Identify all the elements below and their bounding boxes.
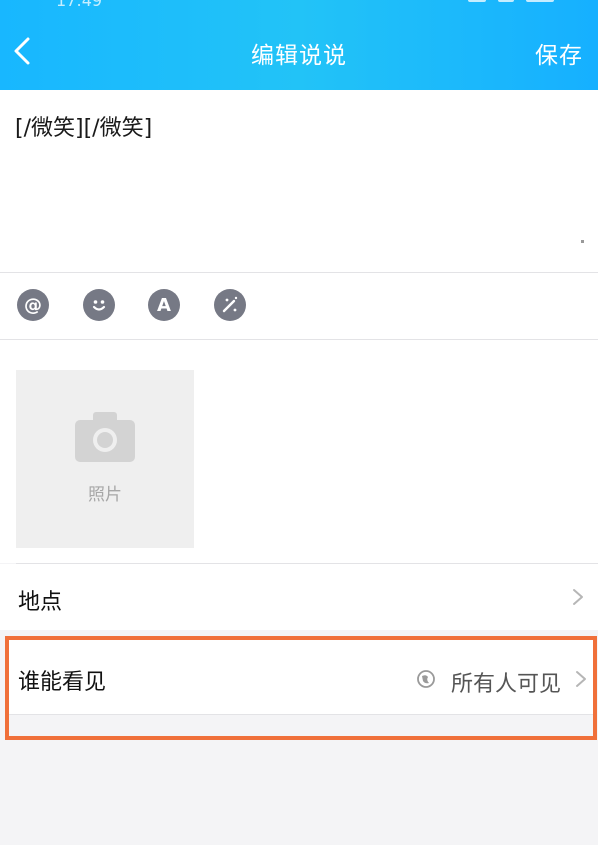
chevron-right-icon bbox=[576, 671, 586, 687]
post-text-content[interactable]: [/微笑][/微笑] bbox=[15, 110, 152, 142]
status-bar: 17:49 bbox=[0, 0, 598, 14]
visibility-value: 所有人可见 bbox=[450, 672, 561, 697]
wand-icon bbox=[222, 296, 238, 313]
signal-icon bbox=[468, 0, 486, 2]
divider bbox=[8, 714, 595, 715]
post-text-editor[interactable]: [/微笑][/微笑] bbox=[0, 90, 598, 273]
font-icon[interactable]: A bbox=[148, 289, 180, 321]
media-section: 照片 bbox=[0, 340, 598, 563]
wifi-icon bbox=[498, 0, 514, 2]
editor-toolbar: @ A bbox=[0, 273, 598, 339]
visibility-label: 谁能看见 bbox=[18, 670, 107, 695]
photo-label: 照片 bbox=[88, 485, 122, 505]
chevron-right-icon bbox=[573, 589, 583, 605]
magic-wand-icon[interactable] bbox=[214, 289, 246, 321]
app-header: 17:49 编辑说说 保存 bbox=[0, 0, 598, 90]
location-row[interactable]: 地点 bbox=[0, 564, 598, 630]
status-time: 17:49 bbox=[56, 0, 103, 10]
globe-icon bbox=[417, 670, 435, 688]
font-glyph: A bbox=[157, 294, 171, 316]
emoji-icon[interactable] bbox=[83, 289, 115, 321]
at-glyph: @ bbox=[24, 294, 42, 316]
camera-icon bbox=[75, 412, 135, 462]
location-label: 地点 bbox=[18, 590, 63, 615]
at-icon[interactable]: @ bbox=[17, 289, 49, 321]
add-photo-button[interactable]: 照片 bbox=[16, 370, 194, 548]
battery-icon bbox=[526, 0, 554, 2]
smile-face-icon bbox=[92, 300, 106, 311]
page-title: 编辑说说 bbox=[251, 43, 347, 69]
visibility-row[interactable]: 谁能看见 所有人可见 bbox=[8, 640, 595, 714]
text-cursor bbox=[581, 240, 584, 243]
save-button[interactable]: 保存 bbox=[535, 36, 583, 70]
status-icons bbox=[468, 0, 554, 2]
